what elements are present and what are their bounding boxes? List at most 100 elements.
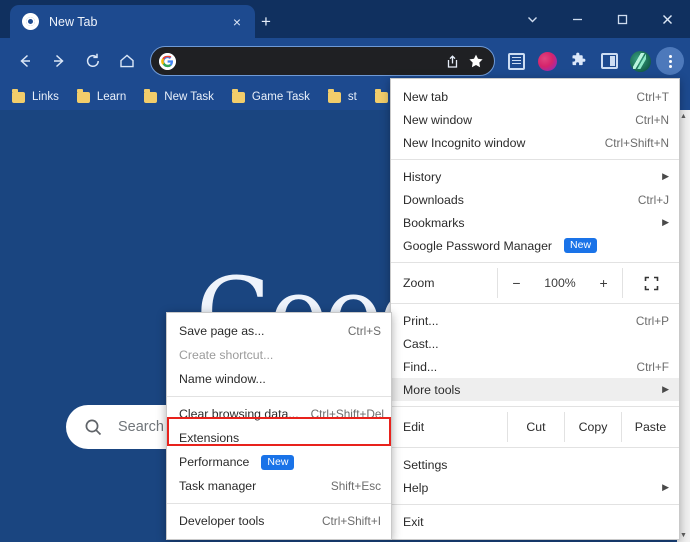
menu-label: More tools (403, 383, 657, 397)
menu-item-new-window[interactable]: New window Ctrl+N (391, 108, 679, 131)
close-tab-icon[interactable]: × (227, 15, 247, 29)
bookmark-item[interactable]: Links (12, 91, 59, 103)
menu-label: Bookmarks (403, 216, 657, 230)
copy-button[interactable]: Copy (565, 412, 622, 442)
menu-separator (167, 503, 391, 504)
submenu-item-create-shortcut: Create shortcut... (167, 343, 391, 367)
bookmark-item[interactable]: Learn (77, 91, 126, 103)
menu-item-find[interactable]: Find... Ctrl+F (391, 355, 679, 378)
google-g-icon (159, 53, 176, 70)
window-controls (510, 0, 690, 38)
paste-button[interactable]: Paste (622, 412, 679, 442)
menu-zoom-row: Zoom − 100% + (391, 268, 679, 298)
menu-label: Print... (403, 314, 624, 328)
menu-label: Find... (403, 360, 625, 374)
folder-icon (232, 92, 245, 103)
menu-accelerator: Ctrl+F (637, 360, 669, 374)
submenu-item-save-page-as[interactable]: Save page as... Ctrl+S (167, 319, 391, 343)
puzzle-extensions-icon[interactable] (563, 46, 593, 76)
menu-item-exit[interactable]: Exit (391, 510, 679, 533)
menu-accelerator: Ctrl+Shift+Del (311, 407, 384, 421)
folder-icon (77, 92, 90, 103)
menu-item-settings[interactable]: Settings (391, 453, 679, 476)
menu-item-cast[interactable]: Cast... (391, 332, 679, 355)
profile-avatar-icon[interactable] (625, 46, 655, 76)
chrome-main-menu: New tab Ctrl+T New window Ctrl+N New Inc… (390, 78, 680, 540)
menu-item-downloads[interactable]: Downloads Ctrl+J (391, 188, 679, 211)
bookmark-item[interactable]: st (328, 91, 357, 103)
menu-accelerator: Ctrl+N (635, 113, 669, 127)
menu-accelerator: Ctrl+Shift+N (605, 136, 669, 150)
submenu-item-name-window[interactable]: Name window... (167, 367, 391, 391)
submenu-item-task-manager[interactable]: Task manager Shift+Esc (167, 474, 391, 498)
back-button-icon[interactable] (8, 44, 42, 78)
submenu-item-performance[interactable]: Performance New (167, 450, 391, 474)
new-badge: New (261, 455, 294, 470)
search-icon (84, 418, 104, 437)
tab-search-chevron-icon[interactable] (510, 0, 555, 38)
forward-button-icon[interactable] (42, 44, 76, 78)
chrome-favicon-icon (22, 13, 39, 30)
tab-title: New Tab (49, 15, 227, 29)
star-icon[interactable] (464, 49, 488, 73)
share-icon[interactable] (440, 49, 464, 73)
menu-item-new-incognito-window[interactable]: New Incognito window Ctrl+Shift+N (391, 131, 679, 154)
menu-item-print[interactable]: Print... Ctrl+P (391, 309, 679, 332)
menu-item-history[interactable]: History ▶ (391, 165, 679, 188)
zoom-out-button[interactable]: − (507, 275, 525, 291)
chevron-right-icon: ▶ (657, 217, 669, 228)
menu-item-more-tools[interactable]: More tools ▶ (391, 378, 679, 401)
chevron-right-icon: ▶ (657, 171, 669, 182)
zoom-level-value: 100% (544, 276, 575, 290)
menu-label: Extensions (179, 431, 381, 445)
maximize-icon[interactable] (600, 0, 645, 38)
menu-label: Developer tools (179, 514, 310, 528)
chevron-right-icon: ▶ (657, 482, 669, 493)
lens-extension-icon[interactable] (532, 46, 562, 76)
zoom-in-button[interactable]: + (595, 275, 613, 291)
bookmark-label: st (348, 91, 357, 103)
menu-separator (391, 504, 679, 505)
folder-icon (375, 92, 388, 103)
minimize-icon[interactable] (555, 0, 600, 38)
menu-label: Downloads (403, 193, 626, 207)
submenu-item-developer-tools[interactable]: Developer tools Ctrl+Shift+I (167, 509, 391, 533)
menu-separator (391, 447, 679, 448)
qr-code-icon[interactable] (501, 46, 531, 76)
cut-button[interactable]: Cut (508, 412, 565, 442)
home-button-icon[interactable] (110, 44, 144, 78)
menu-accelerator: Ctrl+T (637, 90, 669, 104)
address-bar[interactable] (150, 46, 495, 76)
bookmark-label: Learn (97, 91, 126, 103)
menu-label: Google Password Manager (403, 239, 552, 253)
browser-tab[interactable]: New Tab × (10, 5, 255, 38)
menu-label: Task manager (179, 479, 319, 493)
menu-item-google-password-manager[interactable]: Google Password Manager New (391, 234, 679, 257)
search-placeholder-text: Search (118, 419, 164, 435)
new-tab-button[interactable]: + (255, 12, 277, 34)
menu-separator (391, 262, 679, 263)
menu-label: Performance (179, 455, 249, 469)
bookmark-item[interactable]: Game Task (232, 91, 310, 103)
menu-label: Save page as... (179, 324, 336, 338)
bookmark-item[interactable]: New Task (144, 91, 214, 103)
bookmark-label: Links (32, 91, 59, 103)
chevron-right-icon: ▶ (657, 384, 669, 395)
three-dot-menu-icon[interactable] (656, 47, 684, 75)
folder-icon (12, 92, 25, 103)
menu-label: Clear browsing data... (179, 407, 299, 421)
close-window-icon[interactable] (645, 0, 690, 38)
menu-label: Create shortcut... (179, 348, 381, 362)
side-panel-icon[interactable] (594, 46, 624, 76)
fullscreen-icon[interactable] (623, 268, 679, 298)
bookmark-label: New Task (164, 91, 214, 103)
menu-accelerator: Ctrl+Shift+I (322, 514, 381, 528)
menu-item-new-tab[interactable]: New tab Ctrl+T (391, 85, 679, 108)
submenu-item-extensions[interactable]: Extensions (167, 426, 391, 450)
menu-accelerator: Ctrl+S (348, 324, 381, 338)
menu-item-bookmarks[interactable]: Bookmarks ▶ (391, 211, 679, 234)
reload-button-icon[interactable] (76, 44, 110, 78)
menu-item-help[interactable]: Help ▶ (391, 476, 679, 499)
submenu-item-clear-browsing-data[interactable]: Clear browsing data... Ctrl+Shift+Del (167, 402, 391, 426)
menu-label: Help (403, 481, 657, 495)
